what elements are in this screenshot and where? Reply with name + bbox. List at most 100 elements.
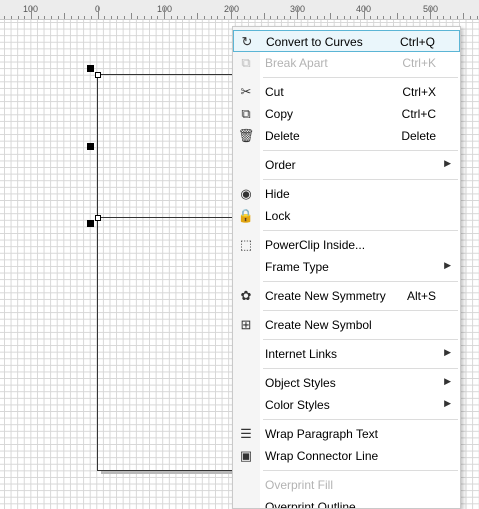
ruler-tick xyxy=(124,16,126,19)
ruler-tick xyxy=(290,16,292,19)
menu-separator xyxy=(263,339,458,340)
menu-item-internet-links[interactable]: Internet Links ▶ xyxy=(233,343,460,365)
menu-item-overprint-fill[interactable]: Overprint Fill xyxy=(233,474,460,496)
node-handle[interactable] xyxy=(95,72,101,78)
ruler-tick xyxy=(164,7,165,19)
symmetry-icon: ✿ xyxy=(240,288,252,303)
menu-separator xyxy=(263,368,458,369)
ruler-tick xyxy=(37,16,39,19)
copy-icon: ⧉ xyxy=(241,106,251,121)
menu-item-hide[interactable]: ◉ Hide xyxy=(233,183,460,205)
ruler-tick xyxy=(104,16,106,19)
ruler-tick xyxy=(177,16,179,19)
shape-outline-bottom[interactable] xyxy=(97,470,235,471)
ruler-tick xyxy=(57,16,59,19)
menu-item-label: Convert to Curves xyxy=(266,35,363,49)
ruler-tick xyxy=(277,16,279,19)
ruler-tick xyxy=(144,16,146,19)
menu-item-object-styles[interactable]: Object Styles ▶ xyxy=(233,372,460,394)
submenu-arrow-icon: ▶ xyxy=(444,398,451,408)
menu-item-color-styles[interactable]: Color Styles ▶ xyxy=(233,394,460,416)
menu-item-create-new-symbol[interactable]: ⊞ Create New Symbol xyxy=(233,314,460,336)
ruler-tick xyxy=(396,13,398,19)
menu-separator xyxy=(263,310,458,311)
shape-outline-left[interactable] xyxy=(97,74,98,471)
ruler-tick xyxy=(476,16,478,19)
menu-item-label: Create New Symbol xyxy=(265,318,372,332)
menu-item-powerclip-inside[interactable]: ⬚ PowerClip Inside... xyxy=(233,234,460,256)
menu-item-wrap-paragraph-text[interactable]: ☰ Wrap Paragraph Text xyxy=(233,423,460,445)
hide-eye-icon: ◉ xyxy=(240,186,252,201)
shape-outline-top[interactable] xyxy=(97,74,235,75)
menu-item-cut[interactable]: ✂ Cut Ctrl+X xyxy=(233,81,460,103)
ruler-tick xyxy=(323,16,325,19)
cut-icon: ✂ xyxy=(240,84,252,99)
menu-separator xyxy=(263,230,458,231)
menu-item-delete[interactable]: 🗑 Delete Delete xyxy=(233,125,460,147)
ruler-tick xyxy=(70,16,72,19)
shape-divider-line[interactable] xyxy=(97,217,235,218)
ruler-tick xyxy=(350,16,352,19)
menu-separator xyxy=(263,150,458,151)
ruler-tick xyxy=(17,16,19,19)
menu-item-label: Cut xyxy=(265,85,284,99)
ruler-tick xyxy=(31,7,32,19)
ruler-tick xyxy=(50,16,52,19)
convert-to-curves-icon: ↻ xyxy=(241,34,253,49)
ruler-tick xyxy=(330,13,332,19)
wrap-text-icon: ☰ xyxy=(240,426,252,441)
ruler-tick xyxy=(243,16,245,19)
ruler-tick xyxy=(197,13,199,19)
menu-item-label: Delete xyxy=(265,129,300,143)
menu-item-shortcut: Alt+S xyxy=(406,289,436,303)
menu-item-label: Frame Type xyxy=(265,260,329,274)
ruler-tick xyxy=(64,13,66,19)
ruler-tick xyxy=(237,16,239,19)
ruler-tick xyxy=(463,13,465,19)
menu-item-lock[interactable]: 🔒 Lock xyxy=(233,205,460,227)
submenu-arrow-icon: ▶ xyxy=(444,158,451,168)
submenu-arrow-icon: ▶ xyxy=(444,260,451,270)
menu-item-label: Copy xyxy=(265,107,294,121)
menu-item-label: Overprint Fill xyxy=(265,478,334,492)
menu-item-copy[interactable]: ⧉ Copy Ctrl+C xyxy=(233,103,460,125)
menu-separator xyxy=(263,77,458,78)
menu-item-overprint-outline[interactable]: Overprint Outline xyxy=(233,496,460,508)
ruler-tick xyxy=(210,16,212,19)
menu-item-break-apart[interactable]: ⧉ Break Apart Ctrl+K xyxy=(233,52,460,74)
horizontal-ruler[interactable]: 100 0 100 200 300 400 500 xyxy=(0,0,479,20)
ruler-label: 200 xyxy=(224,4,240,14)
menu-item-label: Create New Symmetry xyxy=(265,289,386,303)
menu-item-label: Color Styles xyxy=(265,398,330,412)
menu-item-frame-type[interactable]: Frame Type ▶ xyxy=(233,256,460,278)
ruler-tick xyxy=(436,16,438,19)
menu-item-shortcut: Delete xyxy=(401,129,436,143)
ruler-tick xyxy=(170,16,172,19)
menu-item-create-new-symmetry[interactable]: ✿ Create New Symmetry Alt+S xyxy=(233,285,460,307)
ruler-tick xyxy=(130,13,132,19)
trash-icon: 🗑 xyxy=(237,128,255,143)
menu-item-shortcut: Ctrl+C xyxy=(401,107,436,121)
ruler-tick xyxy=(90,16,92,19)
ruler-tick xyxy=(157,16,159,19)
ruler-tick xyxy=(303,16,305,19)
ruler-tick xyxy=(263,13,265,19)
ruler-tick xyxy=(449,16,451,19)
menu-item-label: Wrap Connector Line xyxy=(265,449,379,463)
selection-handle-middle-left[interactable] xyxy=(87,143,94,150)
ruler-tick xyxy=(217,16,219,19)
node-handle[interactable] xyxy=(95,215,101,221)
menu-item-wrap-connector-line[interactable]: ▣ Wrap Connector Line xyxy=(233,445,460,467)
ruler-tick xyxy=(430,7,431,19)
powerclip-icon: ⬚ xyxy=(239,237,253,252)
ruler-tick xyxy=(310,16,312,19)
ruler-tick xyxy=(416,16,418,19)
ruler-tick xyxy=(4,16,6,19)
submenu-arrow-icon: ▶ xyxy=(444,347,451,357)
menu-item-convert-to-curves[interactable]: ↻ Convert to Curves Ctrl+Q xyxy=(233,30,460,52)
menu-item-shortcut: Ctrl+K xyxy=(402,56,436,70)
menu-item-label: Internet Links xyxy=(265,347,338,361)
selection-handle-top-left[interactable] xyxy=(87,65,94,72)
selection-handle-bottom-left[interactable] xyxy=(87,220,94,227)
menu-item-order[interactable]: Order ▶ xyxy=(233,154,460,176)
